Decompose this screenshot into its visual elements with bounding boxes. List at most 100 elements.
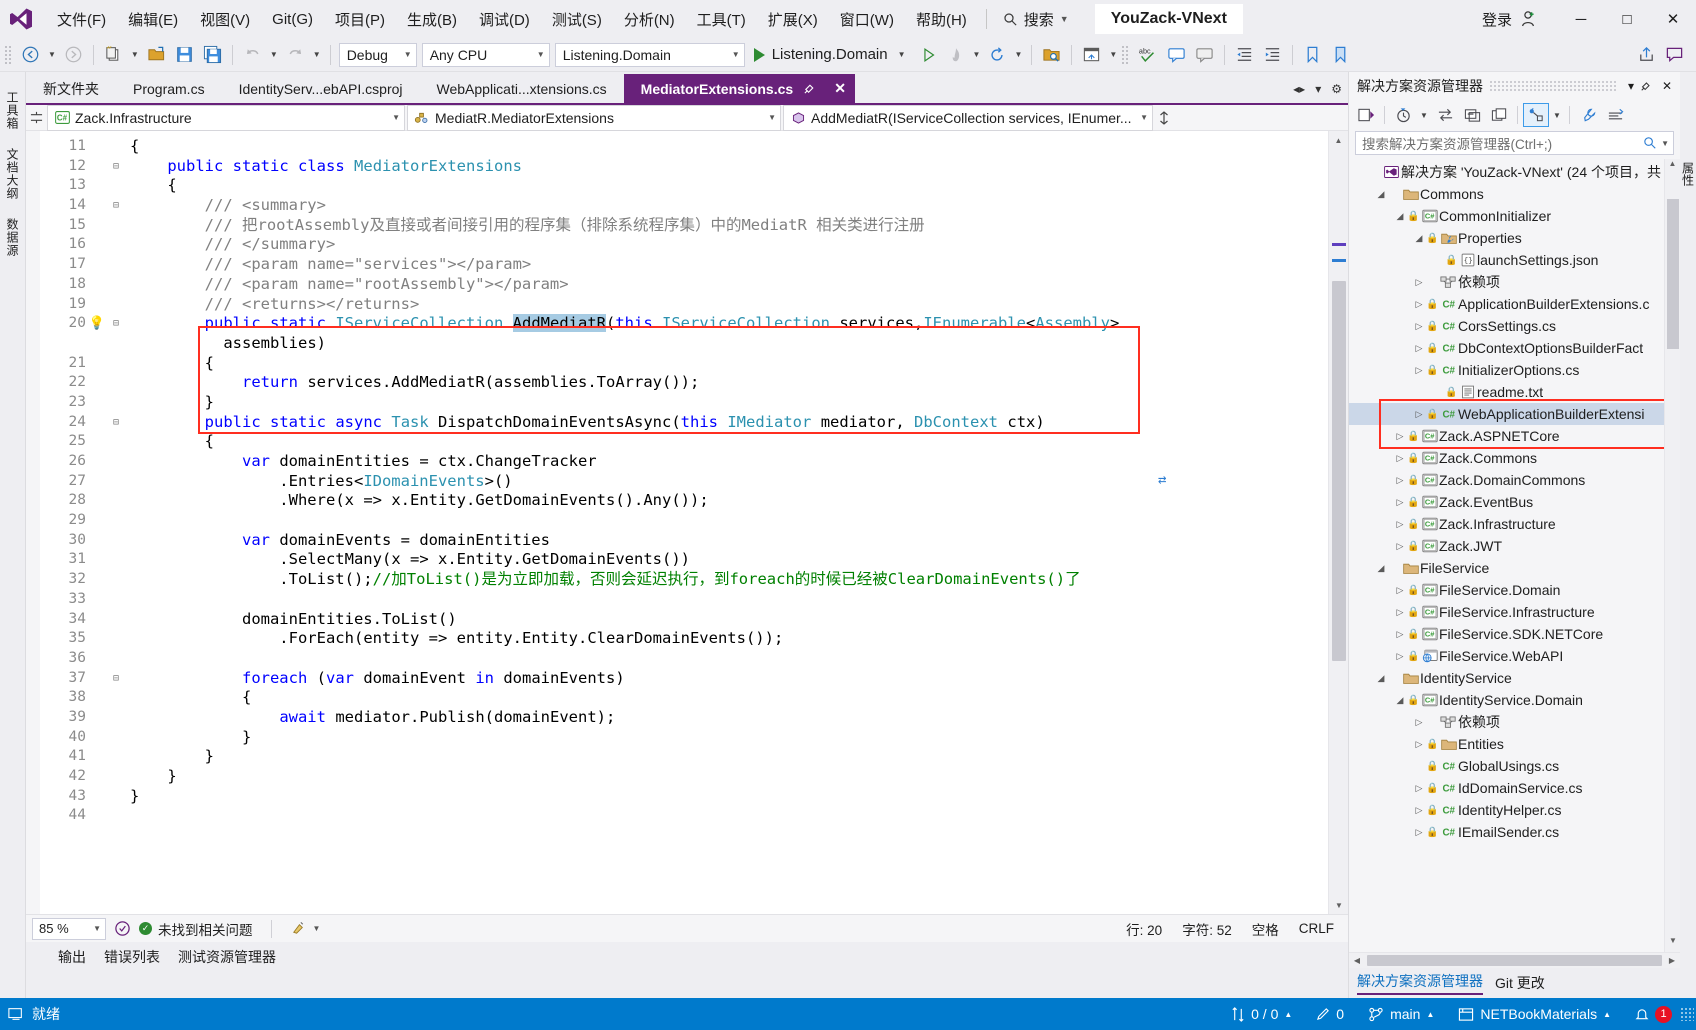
code-line[interactable]: 20 💡 ⊟ public static IServiceCollection Ad… xyxy=(40,314,1328,334)
code-line[interactable]: 28 .Where(x => x.Entity.GetDomainEvents(… xyxy=(40,491,1328,511)
code-line[interactable]: 18 /// <param name="rootAssembly"></para… xyxy=(40,275,1328,295)
save-icon[interactable] xyxy=(171,42,198,68)
code-fold-toggle[interactable]: ⊟ xyxy=(108,157,124,177)
glyph-margin[interactable]: 💡 xyxy=(86,314,108,334)
code-line[interactable]: 36 xyxy=(40,649,1328,669)
undo-dropdown-icon[interactable]: ▼ xyxy=(267,50,281,59)
code-line[interactable]: 29 xyxy=(40,511,1328,531)
folder-search-icon[interactable] xyxy=(1038,42,1065,68)
code-line[interactable]: 33 xyxy=(40,590,1328,610)
code-line[interactable]: 19 /// <returns></returns> xyxy=(40,295,1328,315)
menu-file[interactable]: 文件(F) xyxy=(46,5,117,34)
tree-item[interactable]: 🔒 readme.txt xyxy=(1349,381,1680,403)
menu-test[interactable]: 测试(S) xyxy=(541,5,613,34)
code-line[interactable]: 30 var domainEvents = domainEntities xyxy=(40,531,1328,551)
expand-collapse-right-icon[interactable]: ▷ xyxy=(1412,299,1426,310)
menu-edit[interactable]: 编辑(E) xyxy=(117,5,189,34)
restart-dropdown-icon[interactable]: ▼ xyxy=(1011,50,1025,59)
tree-item[interactable]: 🔒 {} launchSettings.json xyxy=(1349,249,1680,271)
editor-vertical-scrollbar[interactable]: ▲ ▼ xyxy=(1328,131,1348,914)
scroll-down-arrow-icon[interactable]: ▼ xyxy=(1665,936,1680,952)
solution-platform-combo[interactable]: Any CPU ▼ xyxy=(421,42,550,67)
expand-collapse-right-icon[interactable]: ▷ xyxy=(1412,827,1426,838)
line-ending-status[interactable]: CRLF xyxy=(1299,921,1334,936)
home-view-icon[interactable] xyxy=(1353,103,1379,127)
code-line[interactable]: 12 ⊟ public static class MediatorExtensio… xyxy=(40,157,1328,177)
back-history-dropdown-icon[interactable]: ▼ xyxy=(45,50,59,59)
expand-collapse-right-icon[interactable]: ▷ xyxy=(1412,321,1426,332)
expand-collapse-down-icon[interactable]: ◢ xyxy=(1374,673,1388,684)
show-all-files-icon[interactable] xyxy=(1486,103,1512,127)
tree-item[interactable]: ◢ Commons xyxy=(1349,183,1680,205)
redo-icon[interactable] xyxy=(282,42,309,68)
redo-dropdown-icon[interactable]: ▼ xyxy=(310,50,324,59)
resize-grip[interactable] xyxy=(1680,1007,1694,1021)
expand-collapse-right-icon[interactable]: ▷ xyxy=(1412,409,1426,420)
tab-test-explorer[interactable]: 测试资源管理器 xyxy=(176,945,278,969)
properties-wrench-icon[interactable] xyxy=(1575,103,1601,127)
tree-item[interactable]: ◢ FileService xyxy=(1349,557,1680,579)
tab-list-dropdown-icon[interactable]: ▾ xyxy=(1315,82,1321,96)
expand-collapse-right-icon[interactable]: ▷ xyxy=(1393,541,1407,552)
tree-item[interactable]: ▷ 依赖项 xyxy=(1349,711,1680,733)
code-line[interactable]: 42 } xyxy=(40,767,1328,787)
code-line[interactable]: 24 ⊟ public static async Task DispatchDom… xyxy=(40,413,1328,433)
pin-icon[interactable] xyxy=(803,82,821,95)
bookmark-icon[interactable] xyxy=(1299,42,1326,68)
panel-drag-handle[interactable] xyxy=(1489,81,1616,91)
tree-item[interactable]: ▷ 🔒 C# InitializerOptions.cs xyxy=(1349,359,1680,381)
toggle-bookmark-icon[interactable] xyxy=(1327,42,1354,68)
tree-item[interactable]: ▷ 🔒 C# FileService.Infrastructure xyxy=(1349,601,1680,623)
tree-item[interactable]: ▷ 🔒 C# IdentityHelper.cs xyxy=(1349,799,1680,821)
expand-collapse-down-icon[interactable]: ◢ xyxy=(1374,189,1388,200)
split-horizontal-icon[interactable] xyxy=(1154,110,1174,125)
indent-icon[interactable] xyxy=(1259,42,1286,68)
code-line[interactable]: 23 } xyxy=(40,393,1328,413)
code-line[interactable]: 27 .Entries<IDomainEvents>() xyxy=(40,472,1328,492)
tree-item[interactable]: ▷ 🔒 C# Zack.EventBus xyxy=(1349,491,1680,513)
pending-changes-icon[interactable] xyxy=(1390,103,1416,127)
search-options-dropdown-icon[interactable]: ▼ xyxy=(1661,139,1669,148)
tree-item[interactable]: ◢ 🔒 C# CommonInitializer xyxy=(1349,205,1680,227)
tree-item[interactable]: ▷ 🔒 C# Zack.ASPNETCore xyxy=(1349,425,1680,447)
close-button[interactable]: ✕ xyxy=(1650,0,1696,38)
expand-collapse-right-icon[interactable]: ▷ xyxy=(1412,739,1426,750)
tree-item[interactable]: ▷ 🔒 C# Zack.JWT xyxy=(1349,535,1680,557)
restart-icon[interactable] xyxy=(984,42,1010,68)
minimize-button[interactable]: ─ xyxy=(1558,0,1604,38)
code-cleanup-button[interactable]: ▼ xyxy=(282,920,329,937)
expand-collapse-right-icon[interactable]: ▷ xyxy=(1393,651,1407,662)
tree-item[interactable]: ▷ 🔒 C# FileService.SDK.NETCore xyxy=(1349,623,1680,645)
code-fold-toggle[interactable]: ⊟ xyxy=(108,196,124,216)
expand-collapse-down-icon[interactable]: ◢ xyxy=(1412,233,1426,244)
view-dropdown-icon[interactable]: ▼ xyxy=(1550,103,1564,127)
code-line[interactable]: 35 .ForEach(entity => entity.Entity.Clea… xyxy=(40,629,1328,649)
tab-overflow-icon[interactable]: ◂▸ xyxy=(1293,82,1305,96)
git-branch[interactable]: main ▲ xyxy=(1356,998,1446,1030)
expand-collapse-right-icon[interactable]: ▷ xyxy=(1393,519,1407,530)
expand-collapse-right-icon[interactable]: ▷ xyxy=(1412,343,1426,354)
notifications[interactable]: 1 xyxy=(1623,998,1678,1030)
expand-collapse-down-icon[interactable]: ◢ xyxy=(1393,211,1407,222)
tab-output[interactable]: 输出 xyxy=(56,945,88,969)
save-all-icon[interactable] xyxy=(199,42,226,68)
expand-collapse-right-icon[interactable]: ▷ xyxy=(1393,431,1407,442)
spellcheck-icon[interactable]: abc xyxy=(1134,42,1162,68)
tree-item[interactable]: ◢ IdentityService xyxy=(1349,667,1680,689)
tree-item[interactable]: 解决方案 'YouZack-VNext' (24 个项目，共 xyxy=(1349,161,1680,183)
git-repository[interactable]: NETBookMaterials ▲ xyxy=(1446,998,1623,1030)
new-project-dropdown-icon[interactable]: ▼ xyxy=(128,50,142,59)
menu-help[interactable]: 帮助(H) xyxy=(905,5,978,34)
tab-program-cs[interactable]: Program.cs xyxy=(116,74,222,103)
navigate-backward-icon[interactable] xyxy=(17,42,44,68)
sidebar-tab-properties[interactable]: 属性 xyxy=(1679,156,1696,192)
indentation-status[interactable]: 空格 xyxy=(1252,919,1279,939)
code-fold-toggle[interactable]: ⊟ xyxy=(108,413,124,433)
code-line[interactable]: 25 { xyxy=(40,432,1328,452)
code-line[interactable]: 43} xyxy=(40,787,1328,807)
intellicode-icon[interactable] xyxy=(114,920,131,937)
code-line[interactable]: 39 await mediator.Publish(domainEvent); xyxy=(40,708,1328,728)
menu-analyze[interactable]: 分析(N) xyxy=(613,5,686,34)
code-line[interactable]: 14 ⊟ /// <summary> xyxy=(40,196,1328,216)
code-line[interactable]: assemblies) xyxy=(40,334,1328,354)
